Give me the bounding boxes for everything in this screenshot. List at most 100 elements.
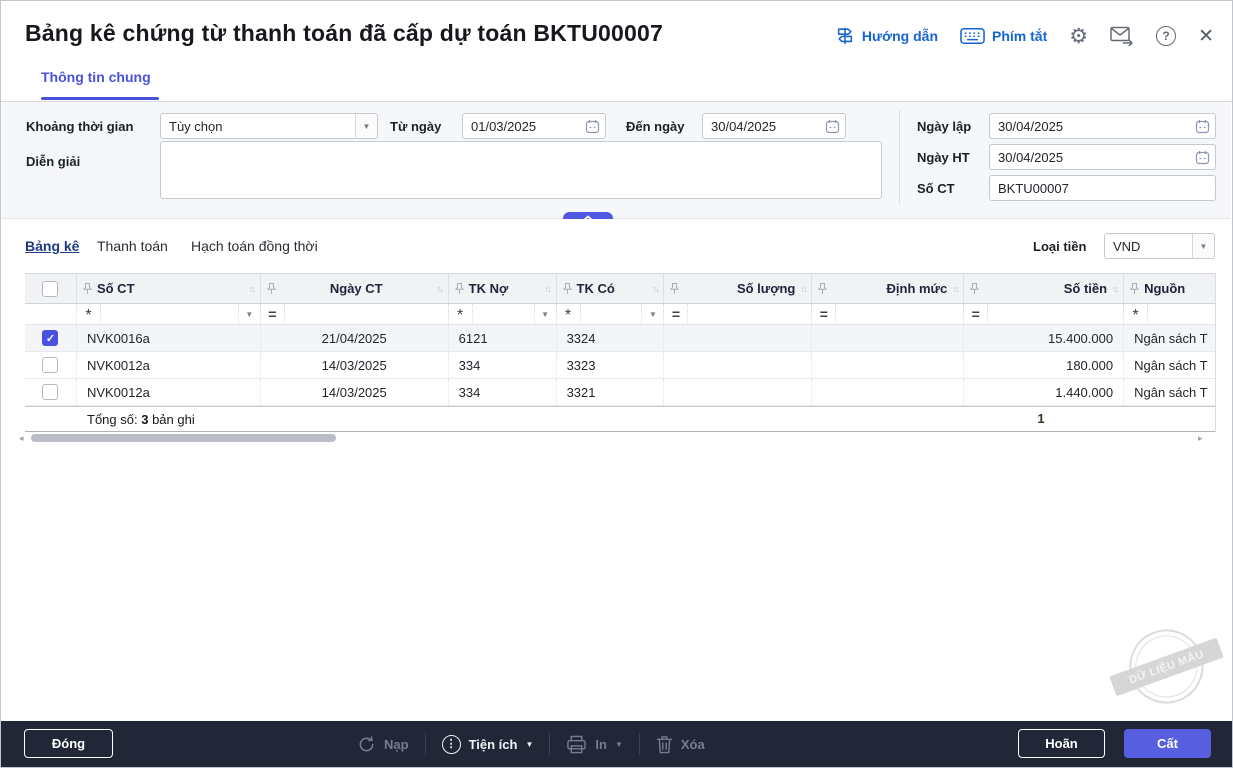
header-checkbox-cell (25, 274, 77, 303)
created-date-label: Ngày lập (917, 119, 971, 134)
description-textarea[interactable] (160, 141, 882, 199)
refresh-icon (357, 735, 376, 754)
filter-op[interactable]: = (261, 304, 285, 324)
filter-op[interactable]: * (1124, 304, 1148, 324)
col-tk-no[interactable]: TK Nợ ↑↓ (449, 274, 557, 303)
row-checkbox[interactable] (42, 384, 58, 400)
table-header-row: Số CT ↑↓ Ngày CT ↑↓ TK Nợ ↑↓ TK Có ↑↓ Số… (25, 274, 1215, 304)
sort-icon[interactable]: ↑↓ (800, 284, 805, 294)
col-tk-co[interactable]: TK Có ↑↓ (557, 274, 665, 303)
filter-so-ct[interactable]: *▼ (77, 304, 261, 324)
refresh-button[interactable]: Nạp (357, 735, 409, 754)
currency-select[interactable]: VND ▼ (1104, 233, 1215, 259)
posted-date-value: 30/04/2025 (990, 150, 1189, 165)
chevron-down-icon[interactable]: ▼ (355, 114, 377, 138)
cell-so-luong (664, 352, 812, 378)
chevron-down-icon[interactable]: ▼ (534, 304, 556, 324)
scroll-left-icon[interactable]: ◂ (19, 433, 29, 444)
chevron-down-icon[interactable]: ▼ (238, 304, 260, 324)
filter-op[interactable]: * (557, 304, 581, 324)
page-title: Bảng kê chứng từ thanh toán đã cấp dự to… (25, 20, 663, 47)
sort-icon[interactable]: ↑↓ (1112, 284, 1117, 294)
calendar-icon[interactable] (579, 119, 605, 134)
calendar-icon[interactable] (1189, 119, 1215, 134)
filter-op[interactable]: = (964, 304, 988, 324)
filter-dinh-muc[interactable]: = (812, 304, 964, 324)
table-row[interactable]: ✓ NVK0016a 21/04/2025 6121 3324 15.400.0… (25, 325, 1215, 352)
filter-so-luong[interactable]: = (664, 304, 812, 324)
close-button[interactable]: ✕ (1198, 27, 1214, 46)
chevron-down-icon[interactable]: ▼ (1192, 234, 1214, 258)
sort-icon[interactable]: ↑↓ (652, 284, 657, 294)
cell-ngay-ct: 14/03/2025 (261, 379, 449, 405)
footer-toolbar: Đóng Nạp ⋮ Tiện ích ▼ In ▼ (1, 721, 1232, 767)
sample-data-watermark: DỮ LIỆU MẪU (1110, 612, 1226, 724)
col-so-ct[interactable]: Số CT ↑↓ (77, 274, 261, 303)
mail-send-icon (1110, 26, 1134, 46)
scroll-right-icon[interactable]: ▸ (1198, 433, 1208, 444)
pin-icon (455, 282, 464, 295)
doc-number-label: Số CT (917, 181, 955, 196)
tab-thanh-toan[interactable]: Thanh toán (97, 238, 168, 254)
row-checkbox[interactable] (42, 357, 58, 373)
select-all-checkbox[interactable] (42, 281, 58, 297)
doc-number-input[interactable]: BKTU00007 (989, 175, 1216, 201)
calendar-icon[interactable] (819, 119, 845, 134)
filter-so-tien[interactable]: = (964, 304, 1124, 324)
help-button[interactable]: ? (1156, 26, 1176, 46)
stamp-ring (1127, 627, 1206, 706)
sort-icon[interactable]: ↑↓ (249, 284, 254, 294)
utilities-button[interactable]: ⋮ Tiện ích ▼ (442, 735, 534, 754)
filter-op[interactable]: = (812, 304, 836, 324)
shortcut-link[interactable]: Phím tắt (960, 27, 1047, 45)
filter-nguon[interactable]: * (1124, 304, 1215, 324)
table-row[interactable]: NVK0012a 14/03/2025 334 3323 180.000 Ngâ… (25, 352, 1215, 379)
row-checkbox[interactable]: ✓ (42, 330, 58, 346)
printer-icon (566, 735, 587, 754)
sort-icon[interactable]: ↑↓ (437, 284, 442, 294)
cell-ngay-ct: 21/04/2025 (261, 325, 449, 351)
filter-checkbox-cell (25, 304, 77, 324)
sort-icon[interactable]: ↑↓ (545, 284, 550, 294)
settings-button[interactable]: ⚙ (1069, 26, 1088, 47)
horizontal-scrollbar[interactable]: ◂ ▸ (19, 431, 1216, 445)
cell-tk-no: 334 (449, 379, 557, 405)
delete-button[interactable]: Xóa (656, 735, 705, 754)
tab-hach-toan-dong-thoi[interactable]: Hạch toán đồng thời (191, 238, 318, 254)
cell-so-ct: NVK0016a (77, 325, 261, 351)
save-button[interactable]: Cất (1124, 729, 1211, 758)
delete-label: Xóa (681, 737, 705, 752)
filter-op[interactable]: * (449, 304, 473, 324)
guide-link[interactable]: Hướng dẫn (835, 26, 938, 46)
scrollbar-thumb[interactable] (31, 434, 336, 442)
col-so-tien[interactable]: Số tiền ↑↓ (964, 274, 1124, 303)
sort-icon[interactable]: ↑↓ (952, 284, 957, 294)
filter-op[interactable]: * (77, 304, 101, 324)
tab-thong-tin-chung[interactable]: Thông tin chung (41, 69, 151, 85)
to-date-value: 30/04/2025 (703, 119, 819, 134)
col-so-luong[interactable]: Số lượng ↑↓ (664, 274, 812, 303)
filter-tk-co[interactable]: *▼ (557, 304, 665, 324)
close-dialog-button[interactable]: Đóng (24, 729, 113, 758)
created-date-input[interactable]: 30/04/2025 (989, 113, 1216, 139)
postpone-button[interactable]: Hoãn (1018, 729, 1105, 758)
col-dinh-muc[interactable]: Định mức ↑↓ (812, 274, 964, 303)
tab-bang-ke[interactable]: Bảng kê (25, 238, 79, 254)
posted-date-input[interactable]: 30/04/2025 (989, 144, 1216, 170)
filter-ngay-ct[interactable]: = (261, 304, 449, 324)
created-date-value: 30/04/2025 (990, 119, 1189, 134)
to-date-input[interactable]: 30/04/2025 (702, 113, 846, 139)
col-ngay-ct[interactable]: Ngày CT ↑↓ (261, 274, 449, 303)
period-select[interactable]: Tùy chọn ▼ (160, 113, 378, 139)
guide-link-label: Hướng dẫn (862, 28, 938, 44)
print-button[interactable]: In ▼ (566, 735, 622, 754)
chevron-down-icon[interactable]: ▼ (641, 304, 663, 324)
shortcut-link-label: Phím tắt (992, 28, 1047, 44)
from-date-input[interactable]: 01/03/2025 (462, 113, 606, 139)
feedback-button[interactable] (1110, 26, 1134, 46)
calendar-icon[interactable] (1189, 150, 1215, 165)
filter-tk-no[interactable]: *▼ (449, 304, 557, 324)
table-row[interactable]: NVK0012a 14/03/2025 334 3321 1.440.000 N… (25, 379, 1215, 406)
col-nguon[interactable]: Nguồn (1124, 274, 1215, 303)
filter-op[interactable]: = (664, 304, 688, 324)
